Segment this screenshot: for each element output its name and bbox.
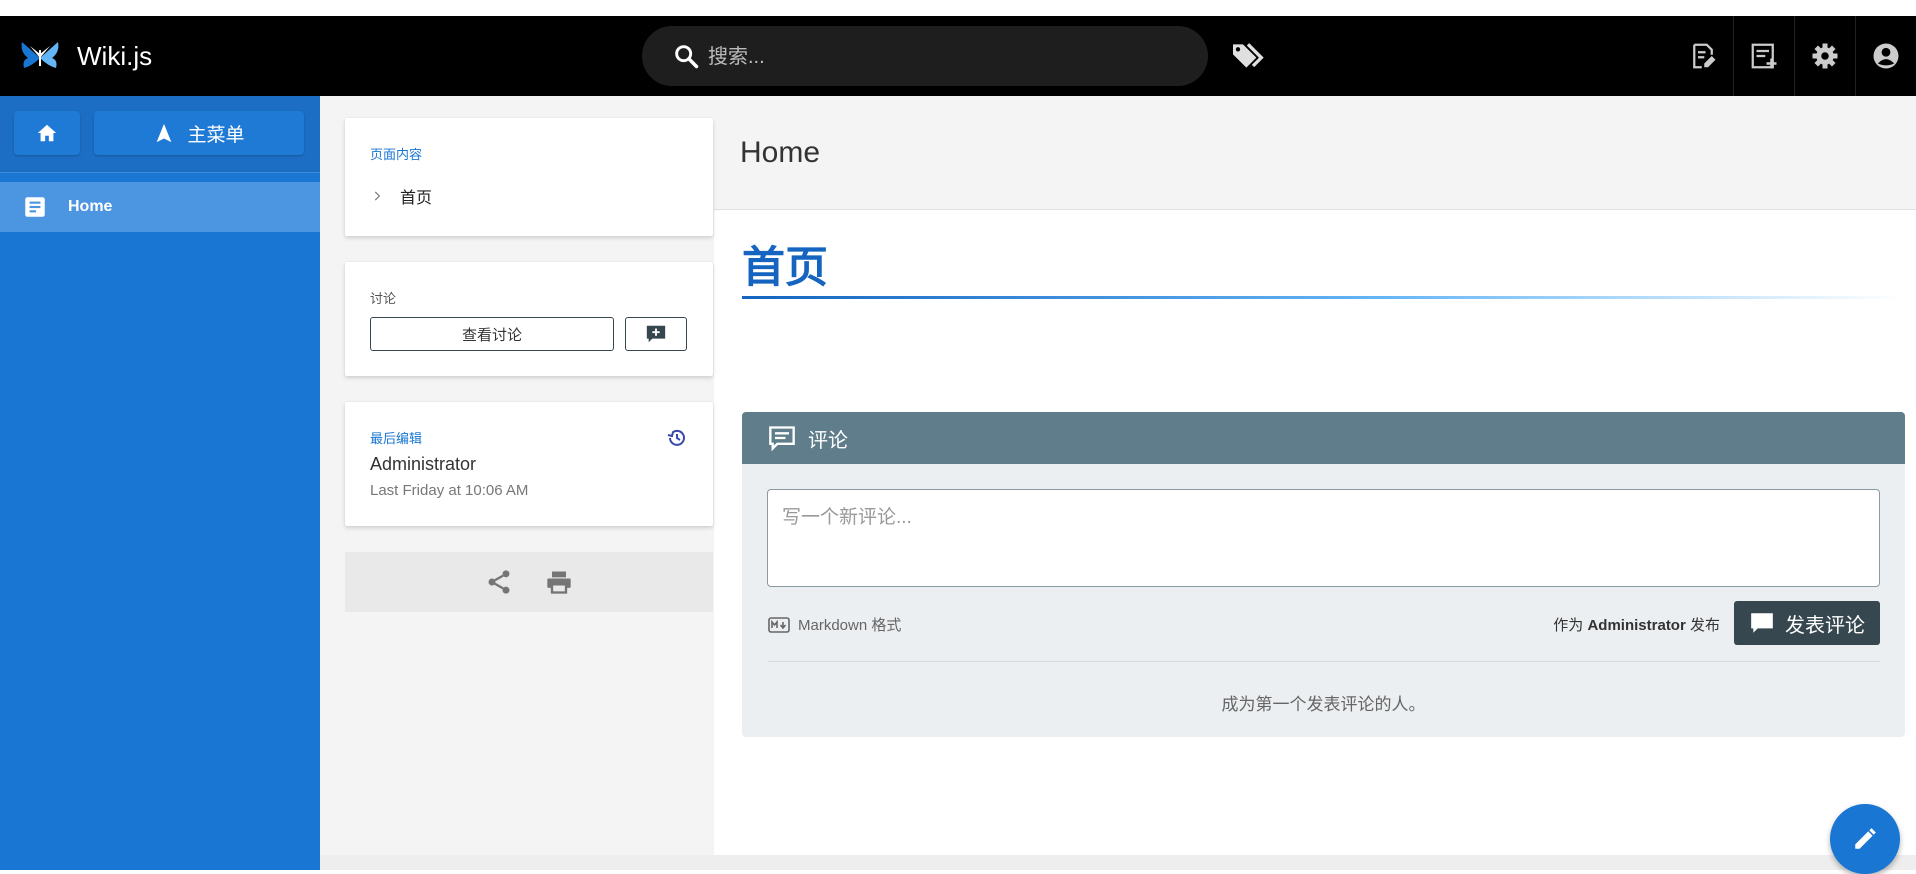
edit-page-fab[interactable]	[1830, 804, 1900, 874]
print-icon[interactable]	[545, 568, 573, 596]
top-strip	[0, 0, 1916, 16]
markdown-icon	[768, 616, 790, 633]
chevron-right-icon	[374, 191, 381, 201]
post-comment-button[interactable]: 发表评论	[1734, 601, 1880, 645]
toc-label: 页面内容	[370, 147, 423, 162]
app-title[interactable]: Wiki.js	[77, 40, 152, 72]
new-comment-button[interactable]	[625, 317, 687, 351]
page-header-title: Home	[740, 136, 821, 169]
home-button[interactable]	[14, 111, 80, 155]
last-edit-label: 最后编辑	[370, 431, 423, 446]
account-button[interactable]	[1855, 16, 1916, 96]
gear-icon	[1812, 43, 1838, 69]
comments-title: 评论	[808, 429, 848, 452]
wikijs-logo[interactable]	[18, 34, 62, 78]
toc-card: 页面内容 首页	[345, 118, 713, 236]
comments-empty-text: 成为第一个发表评论的人。	[1221, 695, 1426, 714]
discussion-card: 讨论 查看讨论	[345, 262, 713, 376]
app-bar: Wiki.js	[0, 16, 1916, 96]
edit-page-button[interactable]	[1673, 16, 1733, 96]
sidebar: 主菜单 Home	[0, 96, 320, 870]
share-print-bar	[345, 552, 713, 612]
pencil-icon	[1855, 828, 1876, 849]
discussion-label: 讨论	[370, 291, 397, 306]
footer	[320, 855, 1916, 870]
comments-section: 评论 Markdown 格式 作为 Administrator 发布 发表评论 …	[742, 412, 1905, 737]
comment-input[interactable]	[767, 489, 1880, 587]
last-edit-time: Last Friday at 10:06 AM	[370, 482, 529, 499]
main-menu-button[interactable]: 主菜单	[94, 111, 304, 155]
comments-divider	[768, 661, 1880, 662]
comment-icon	[769, 426, 795, 452]
last-edit-author: Administrator	[370, 454, 477, 474]
post-as-suffix: 发布	[1689, 617, 1720, 634]
share-icon[interactable]	[485, 568, 513, 596]
content-title: 首页	[742, 244, 828, 292]
last-edit-card: 最后编辑 Administrator Last Friday at 10:06 …	[345, 402, 713, 526]
markdown-hint: Markdown 格式	[768, 614, 901, 635]
settings-button[interactable]	[1794, 16, 1855, 96]
search-input[interactable]	[706, 36, 1190, 78]
comment-icon	[1751, 613, 1773, 633]
page-icon	[25, 197, 45, 217]
edit-page-icon	[1693, 43, 1716, 69]
history-icon[interactable]	[665, 426, 689, 450]
account-icon	[1873, 43, 1899, 69]
post-as-user: Administrator	[1587, 617, 1686, 634]
toc-item[interactable]: 首页	[370, 184, 432, 208]
page-header: Home	[714, 96, 1916, 210]
appbar-actions	[1673, 16, 1916, 96]
home-icon	[37, 124, 57, 142]
tags-icon[interactable]	[1228, 36, 1268, 76]
markdown-hint-label: Markdown 格式	[798, 617, 902, 634]
post-as-prefix: 作为	[1553, 617, 1584, 634]
main-menu-label: 主菜单	[187, 124, 245, 146]
post-as-text: 作为 Administrator 发布	[1553, 614, 1720, 635]
sidebar-item-home[interactable]: Home	[0, 182, 320, 232]
post-comment-label: 发表评论	[1785, 614, 1865, 637]
comment-plus-icon	[646, 325, 666, 343]
search-icon	[675, 45, 699, 69]
new-page-button[interactable]	[1733, 16, 1794, 96]
search-bar[interactable]	[642, 26, 1208, 86]
view-discussion-button[interactable]: 查看讨论	[370, 317, 614, 351]
sidebar-item-label: Home	[68, 198, 113, 215]
navigation-icon	[157, 123, 172, 143]
toc-item-label: 首页	[400, 190, 433, 207]
sidebar-header: 主菜单	[0, 96, 320, 173]
new-page-icon	[1751, 43, 1777, 69]
title-underline	[742, 296, 1902, 299]
comments-header: 评论	[742, 412, 1905, 464]
